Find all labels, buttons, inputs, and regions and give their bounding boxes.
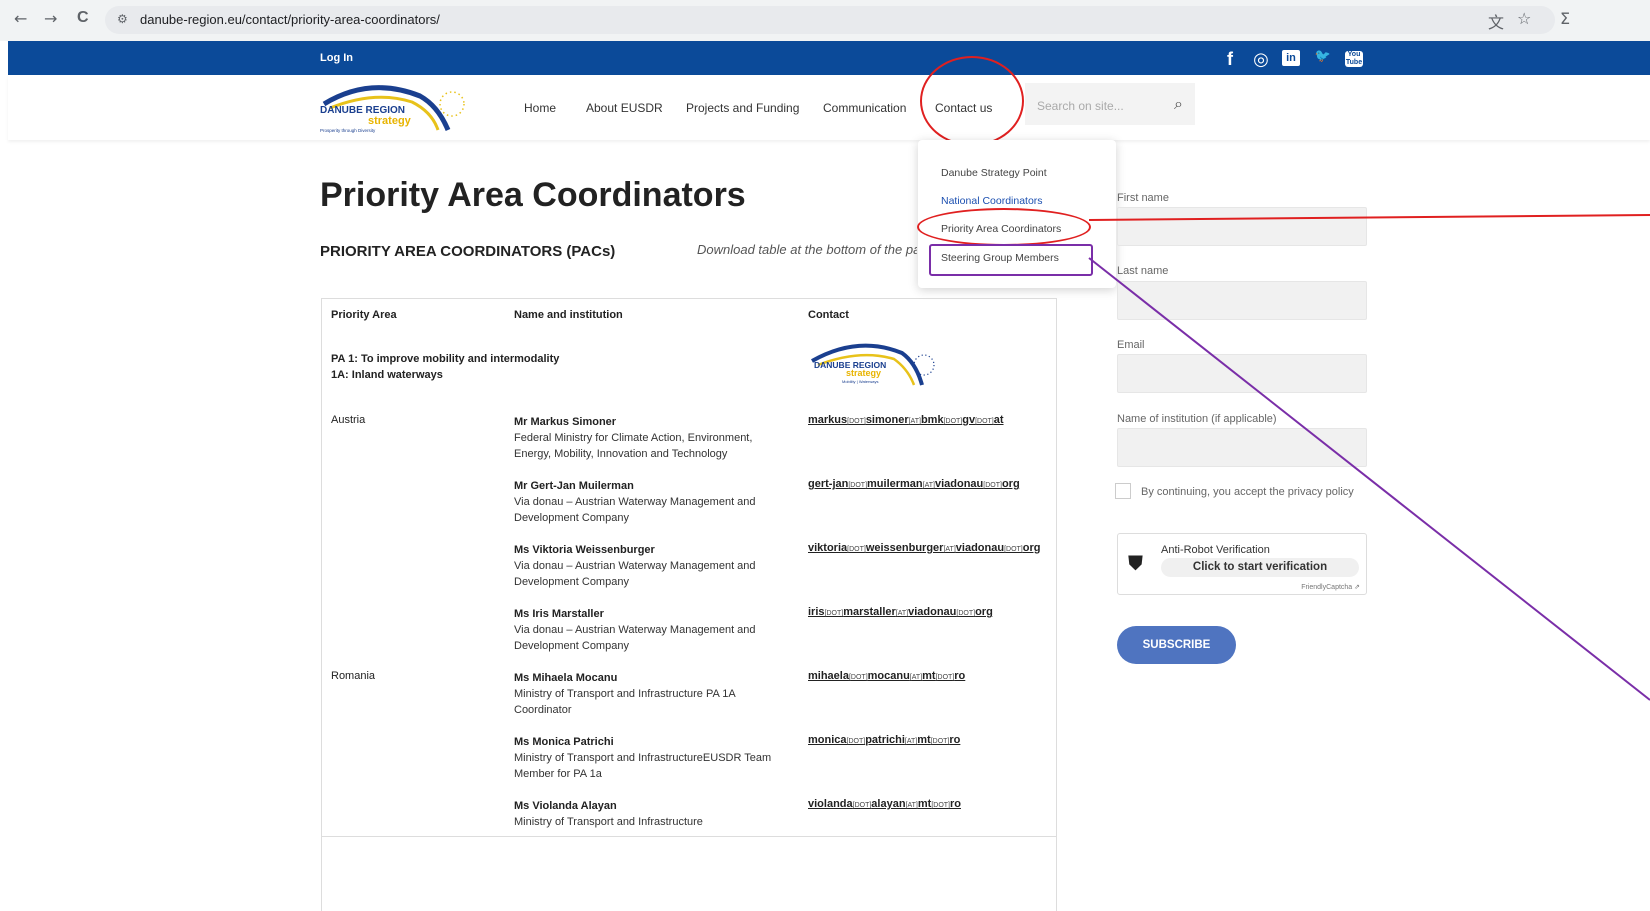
annotation-lines xyxy=(1088,214,1650,701)
annotation-line-purple xyxy=(1088,257,1650,701)
annotation-line-red xyxy=(1088,214,1650,221)
